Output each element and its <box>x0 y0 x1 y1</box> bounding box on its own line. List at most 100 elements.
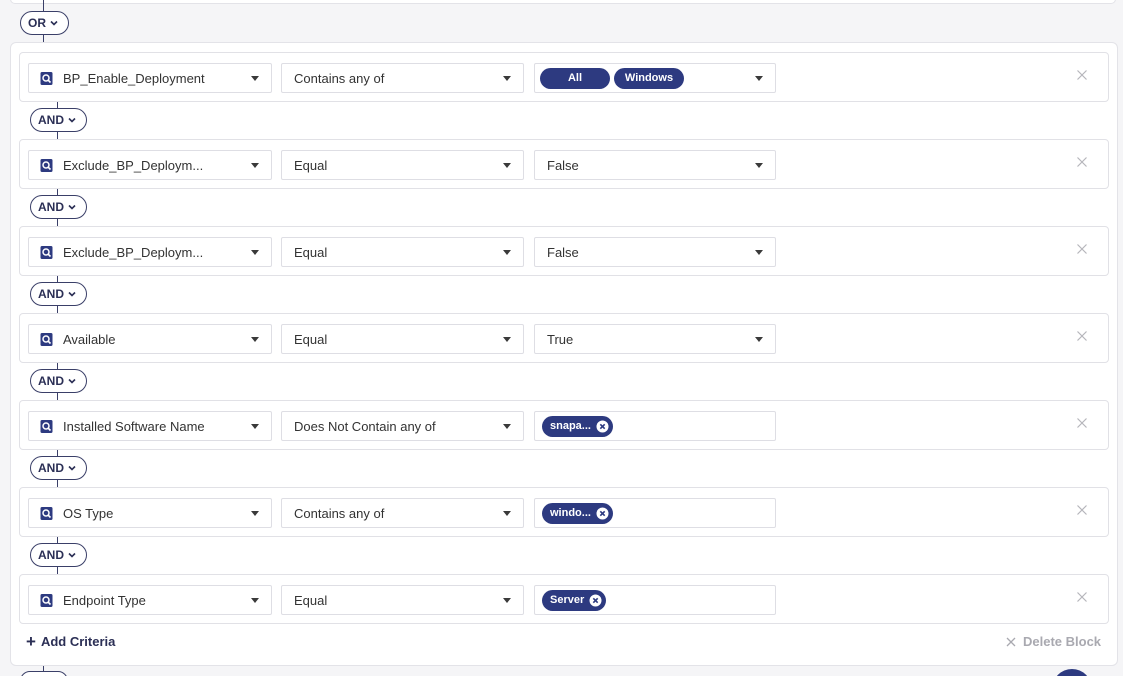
field-select[interactable]: Exclude_BP_Deploym... <box>28 237 272 267</box>
and-operator-button[interactable]: AND <box>30 282 87 306</box>
search-doc-icon <box>40 594 53 607</box>
value-select[interactable]: True <box>534 324 776 354</box>
and-operator-button[interactable]: AND <box>30 195 87 219</box>
field-label: Installed Software Name <box>63 418 205 434</box>
caret-down-icon <box>251 511 259 516</box>
field-select[interactable]: BP_Enable_Deployment <box>28 63 272 93</box>
caret-down-icon <box>251 337 259 342</box>
criteria-row: Endpoint Type Equal Server <box>19 574 1109 624</box>
next-operator-button[interactable] <box>20 671 68 676</box>
caret-down-icon <box>503 598 511 603</box>
value-label: True <box>547 331 574 347</box>
caret-down-icon <box>755 76 763 81</box>
close-icon[interactable] <box>1076 69 1088 81</box>
field-select[interactable]: OS Type <box>28 498 272 528</box>
field-select[interactable]: Available <box>28 324 272 354</box>
and-operator-button[interactable]: AND <box>30 108 87 132</box>
add-criteria-button[interactable]: + Add Criteria <box>26 633 115 650</box>
chevron-down-icon <box>68 291 76 297</box>
operator-select[interactable]: Equal <box>281 237 524 267</box>
chevron-down-icon <box>68 378 76 384</box>
and-operator-label: AND <box>38 113 64 127</box>
operator-label: Contains any of <box>294 505 385 521</box>
field-select[interactable]: Endpoint Type <box>28 585 272 615</box>
value-tag[interactable]: Windows <box>614 67 684 89</box>
operator-select[interactable]: Contains any of <box>281 498 524 528</box>
criteria-row: Available Equal True <box>19 313 1109 363</box>
close-icon[interactable] <box>1076 504 1088 516</box>
search-doc-icon <box>40 72 53 85</box>
floating-action-button[interactable] <box>1052 669 1092 676</box>
add-criteria-label: Add Criteria <box>40 634 116 649</box>
close-icon[interactable] <box>1076 330 1088 342</box>
value-chip: Server <box>542 589 607 611</box>
caret-down-icon <box>503 337 511 342</box>
caret-down-icon <box>503 511 511 516</box>
operator-label: Equal <box>294 244 328 260</box>
and-operator-button[interactable]: AND <box>30 369 87 393</box>
operator-label: Equal <box>294 331 328 347</box>
operator-label: Does Not Contain any of <box>294 418 436 434</box>
operator-select[interactable]: Equal <box>281 585 524 615</box>
value-select[interactable]: False <box>534 150 776 180</box>
field-label: BP_Enable_Deployment <box>63 70 205 86</box>
chevron-down-icon <box>68 117 76 123</box>
operator-label: Contains any of <box>294 70 385 86</box>
value-input[interactable]: snapa... <box>534 411 776 441</box>
value-chip: windo... <box>542 502 613 524</box>
close-icon[interactable] <box>1076 156 1088 168</box>
field-select[interactable]: Installed Software Name <box>28 411 272 441</box>
value-input[interactable]: Server <box>534 585 776 615</box>
close-icon[interactable] <box>1076 591 1088 603</box>
value-chip-label: Server <box>550 594 585 606</box>
and-operator-button[interactable]: AND <box>30 543 87 567</box>
and-operator-button[interactable]: AND <box>30 456 87 480</box>
operator-select[interactable]: Equal <box>281 324 524 354</box>
value-select[interactable]: All Windows <box>534 63 776 93</box>
field-label: OS Type <box>63 505 114 521</box>
value-chip-label: windo... <box>550 507 591 519</box>
value-label: False <box>547 244 579 260</box>
search-doc-icon <box>40 333 53 346</box>
chevron-down-icon <box>68 465 76 471</box>
remove-circle-icon[interactable] <box>596 507 609 520</box>
criteria-row: Installed Software Name Does Not Contain … <box>19 400 1109 450</box>
remove-circle-icon[interactable] <box>596 420 609 433</box>
operator-select[interactable]: Equal <box>281 150 524 180</box>
caret-down-icon <box>503 424 511 429</box>
delete-block-label: Delete Block <box>1023 634 1102 649</box>
field-select[interactable]: Exclude_BP_Deploym... <box>28 150 272 180</box>
delete-block-button[interactable]: Delete Block <box>1006 634 1101 649</box>
or-operator-label: OR <box>28 16 46 30</box>
caret-down-icon <box>755 337 763 342</box>
and-operator-label: AND <box>38 548 64 562</box>
value-tag[interactable]: All <box>540 67 610 89</box>
and-operator-label: AND <box>38 287 64 301</box>
caret-down-icon <box>251 250 259 255</box>
field-label: Available <box>63 331 116 347</box>
search-doc-icon <box>40 507 53 520</box>
search-doc-icon <box>40 420 53 433</box>
search-doc-icon <box>40 159 53 172</box>
previous-block <box>10 0 1116 4</box>
criteria-row: OS Type Contains any of windo... <box>19 487 1109 537</box>
caret-down-icon <box>503 250 511 255</box>
remove-circle-icon[interactable] <box>589 594 602 607</box>
caret-down-icon <box>755 250 763 255</box>
operator-select[interactable]: Contains any of <box>281 63 524 93</box>
or-operator-button[interactable]: OR <box>20 11 69 35</box>
search-doc-icon <box>40 246 53 259</box>
operator-select[interactable]: Does Not Contain any of <box>281 411 524 441</box>
field-label: Exclude_BP_Deploym... <box>63 244 204 260</box>
value-select[interactable]: False <box>534 237 776 267</box>
and-operator-label: AND <box>38 461 64 475</box>
caret-down-icon <box>755 163 763 168</box>
criteria-row: Exclude_BP_Deploym... Equal False <box>19 226 1109 276</box>
field-label: Exclude_BP_Deploym... <box>63 157 204 173</box>
caret-down-icon <box>251 163 259 168</box>
close-icon[interactable] <box>1076 243 1088 255</box>
field-label: Endpoint Type <box>63 592 146 608</box>
close-icon[interactable] <box>1076 417 1088 429</box>
value-input[interactable]: windo... <box>534 498 776 528</box>
caret-down-icon <box>503 163 511 168</box>
